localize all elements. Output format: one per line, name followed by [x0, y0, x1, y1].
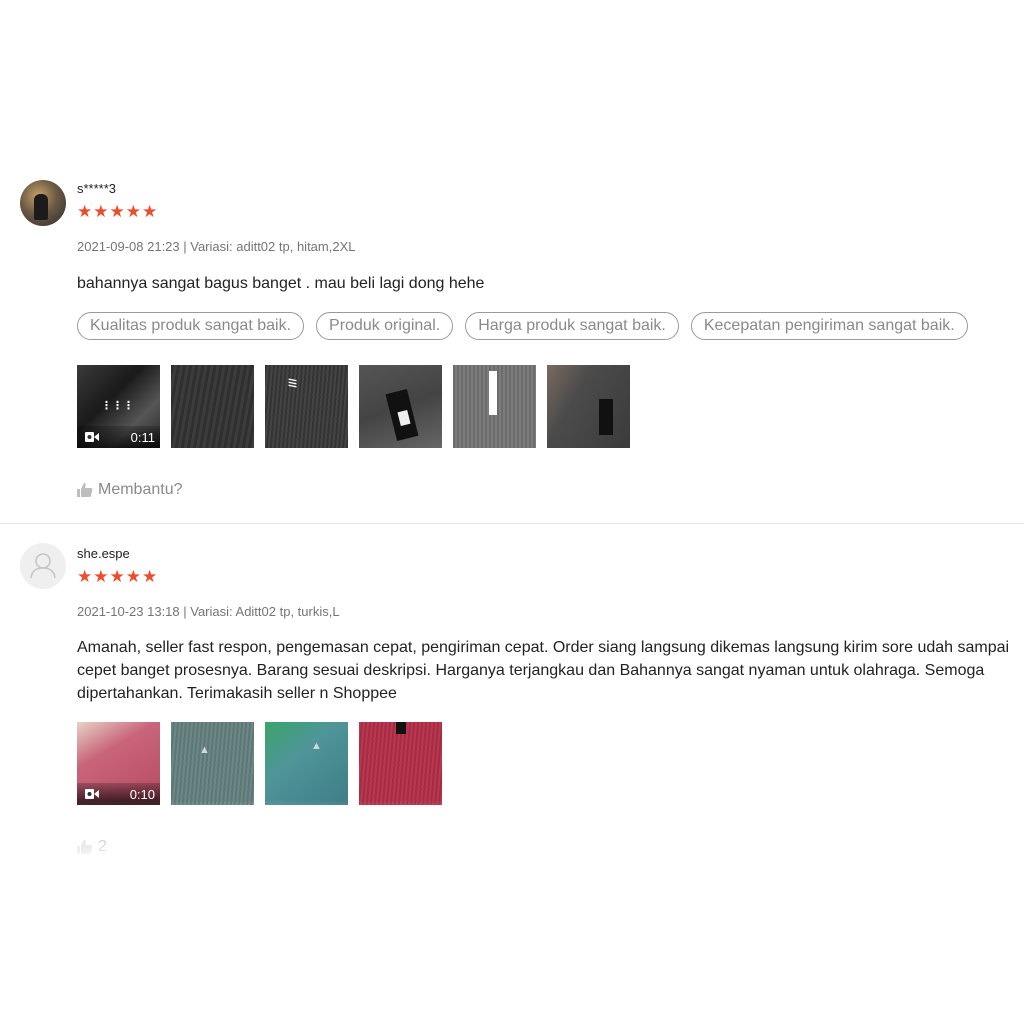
video-overlay: 0:11 — [77, 426, 160, 448]
review-tag: Harga produk sangat baik. — [465, 312, 679, 340]
hang-tag-shape — [599, 399, 613, 435]
collar-tag-shape — [396, 722, 406, 734]
review-comment: Amanah, seller fast respon, pengemasan c… — [77, 639, 1010, 702]
review-media: ⋮⋮⋮ 0:11 /// — [77, 365, 630, 448]
review-image-thumb[interactable] — [547, 365, 630, 448]
scroll-fade — [0, 800, 1024, 856]
tag-strip-shape — [489, 371, 497, 415]
review-meta: 2021-09-08 21:23 | Variasi: aditt02 tp, … — [77, 239, 356, 254]
video-duration: 0:11 — [130, 430, 155, 445]
review-image-thumb[interactable] — [453, 365, 536, 448]
logo-mark-icon: ▲ — [199, 744, 210, 756]
review-meta: 2021-10-23 13:18 | Variasi: Aditt02 tp, … — [77, 604, 340, 619]
review-video-thumb[interactable]: ⋮⋮⋮ 0:11 — [77, 365, 160, 448]
rating-stars: ★★★★★ — [77, 202, 159, 221]
review-tag: Kualitas produk sangat baik. — [77, 312, 305, 340]
logo-mark-icon: ▲ — [311, 740, 322, 752]
logo-mark-icon: ⋮⋮⋮ — [101, 400, 134, 412]
video-camera-icon — [85, 432, 99, 442]
review-image-thumb[interactable] — [359, 365, 442, 448]
review-image-thumb[interactable] — [171, 365, 254, 448]
username: she.espe — [77, 546, 130, 561]
review-tags: Kualitas produk sangat baik. Produk orig… — [77, 312, 968, 340]
rating-stars: ★★★★★ — [77, 567, 159, 586]
user-avatar[interactable] — [20, 543, 66, 589]
review-comment: bahannya sangat bagus banget . mau beli … — [77, 275, 485, 292]
review-tag: Kecepatan pengiriman sangat baik. — [690, 312, 968, 340]
review-image-thumb[interactable]: ▲ — [265, 722, 348, 805]
review-divider — [0, 523, 1024, 524]
username: s*****3 — [77, 181, 117, 196]
logo-mark-icon: /// — [285, 378, 298, 388]
review-image-thumb[interactable]: ▲ — [171, 722, 254, 805]
video-camera-icon — [85, 789, 99, 799]
review-video-thumb[interactable]: 0:10 — [77, 722, 160, 805]
review-media: 0:10 ▲ ▲ — [77, 722, 442, 805]
review-image-thumb[interactable] — [359, 722, 442, 805]
thumbs-up-icon — [77, 483, 93, 497]
review-tag: Produk original. — [316, 312, 454, 340]
helpful-label: Membantu? — [98, 481, 183, 498]
review-image-thumb[interactable]: /// — [265, 365, 348, 448]
helpful-button[interactable]: Membantu? — [77, 481, 183, 499]
default-avatar-icon — [30, 553, 56, 579]
user-avatar[interactable] — [20, 180, 66, 226]
